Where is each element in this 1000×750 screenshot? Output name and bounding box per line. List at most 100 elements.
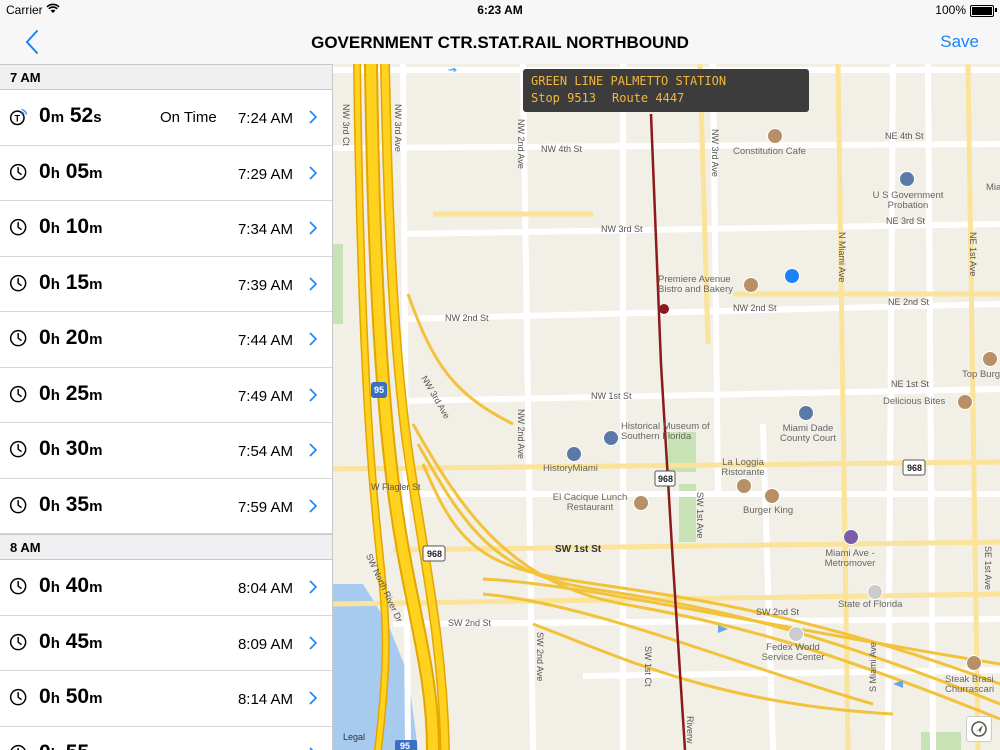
- chevron-right-icon: [309, 498, 318, 513]
- departure-row[interactable]: 0h 40m 8:04 AM: [0, 560, 332, 616]
- departure-row[interactable]: 0h 15m 7:39 AM: [0, 257, 332, 312]
- restaurant-icon[interactable]: [966, 655, 982, 671]
- restaurant-icon[interactable]: [633, 495, 649, 511]
- street-label: NE 3rd St: [886, 216, 926, 226]
- street-label: SW 2nd St: [448, 618, 492, 628]
- locate-button[interactable]: [966, 716, 992, 742]
- street-label: SW 1st St: [555, 544, 602, 555]
- park-area: [333, 244, 343, 324]
- departure-row[interactable]: 0h 50m 8:14 AM: [0, 671, 332, 727]
- departure-row[interactable]: 0h 30m 7:54 AM: [0, 423, 332, 479]
- building-icon[interactable]: [867, 584, 883, 600]
- restaurant-icon[interactable]: [736, 478, 752, 494]
- departure-time: 7:44 AM: [237, 332, 293, 349]
- chevron-right-icon: [309, 443, 318, 457]
- poi-label: El Cacique Lunch Restaurant: [552, 492, 628, 513]
- government-icon[interactable]: [899, 171, 915, 187]
- museum-icon[interactable]: [603, 430, 619, 446]
- poi-label: Historical Museum of Southern Florida: [621, 421, 710, 442]
- departure-row[interactable]: 0h 25m 7:49 AM: [0, 368, 332, 423]
- departure-time: 7:34 AM: [237, 221, 293, 238]
- departure-time: 8:14 AM: [237, 691, 293, 708]
- restaurant-icon[interactable]: [957, 394, 973, 410]
- street-label: NE 2nd St: [888, 297, 930, 307]
- departure-time: 8:04 AM: [237, 580, 293, 597]
- street-label: SW 2nd Ave: [535, 632, 545, 682]
- poi-label: Steak Brasi Churrascari: [945, 674, 995, 695]
- route-number: Route 4447: [612, 91, 685, 105]
- departure-time: 8:19 AM: [238, 747, 293, 750]
- museum-icon[interactable]: [566, 446, 582, 462]
- legal-link[interactable]: Legal: [343, 732, 365, 742]
- street-label: Riverw: [685, 716, 695, 744]
- clock-icon: [9, 385, 27, 402]
- metromover-icon[interactable]: [843, 529, 859, 545]
- street-label: SE 1st Ave: [983, 546, 993, 590]
- departure-row[interactable]: 0h 20m 7:44 AM: [0, 312, 332, 368]
- departure-time: 7:39 AM: [237, 276, 293, 294]
- street-label: NW 3rd Ave: [393, 104, 403, 152]
- countdown-label: 0h 05m: [39, 159, 103, 183]
- station-marker: [659, 304, 669, 314]
- map-view[interactable]: GREEN LINE PALMETTO STATION Stop 9513 Rou…: [333, 64, 1000, 750]
- burger-icon[interactable]: [764, 488, 780, 504]
- countdown-label: 0m 52s: [39, 104, 102, 127]
- shield-968-label: 968: [658, 474, 674, 484]
- departure-time: 7:59 AM: [237, 498, 293, 516]
- battery-tip: [995, 8, 997, 12]
- street-label: S Miami Ave: [868, 642, 878, 692]
- stop-name: GREEN LINE PALMETTO STATION: [531, 74, 727, 88]
- clock-icon: [9, 577, 27, 595]
- street-label: NW 3rd Ct: [341, 104, 351, 147]
- shield-968-label: 968: [427, 549, 443, 559]
- countdown-label: 0h 35m: [39, 492, 103, 516]
- countdown-label: 0h 40m: [39, 574, 103, 597]
- status-bar: Carrier 6:23 AM 100%: [0, 0, 1000, 20]
- poi-label: Premiere Avenue Bistro and Bakery: [658, 274, 733, 295]
- parking-icon[interactable]: [784, 268, 800, 284]
- countdown-label: 0h 20m: [39, 326, 103, 349]
- chevron-right-icon: [309, 165, 318, 180]
- restaurant-icon[interactable]: [743, 277, 759, 293]
- clock-label: 6:23 AM: [477, 3, 523, 17]
- countdown-label: 0h 10m: [39, 215, 103, 238]
- street-label: SW 1st Ave: [695, 492, 705, 539]
- chevron-right-icon: [309, 580, 318, 594]
- save-button[interactable]: Save: [940, 32, 979, 52]
- page-title: GOVERNMENT CTR.STAT.RAIL NORTHBOUND: [311, 33, 689, 52]
- departure-row[interactable]: 0h 05m 7:29 AM: [0, 146, 332, 201]
- departure-time: 7:49 AM: [237, 387, 293, 405]
- countdown-label: 0h 50m: [39, 685, 103, 708]
- shield-95-label: 95: [374, 385, 385, 395]
- departure-time: 7:24 AM: [237, 110, 293, 127]
- battery-icon: [970, 5, 994, 17]
- departure-row[interactable]: 0h 55m 8:19 AM: [0, 727, 332, 750]
- countdown-label: 0h 15m: [39, 270, 103, 294]
- cafe-icon[interactable]: [767, 128, 783, 144]
- section-header: 8 AM: [0, 534, 332, 560]
- restaurant-icon[interactable]: [982, 351, 998, 367]
- map-canvas: [333, 64, 1000, 750]
- street-label: NW 2nd Ave: [516, 119, 526, 169]
- departure-list[interactable]: 7 AM T 0m 52s On Time 7:24 AM 0h 05m 7:29 AM 0h…: [0, 64, 333, 750]
- building-icon[interactable]: [788, 626, 804, 642]
- departure-row[interactable]: 0h 35m 7:59 AM: [0, 479, 332, 534]
- clock-icon: [9, 329, 27, 347]
- chevron-right-icon: [309, 691, 318, 705]
- street-label: NW 2nd St: [733, 303, 777, 313]
- departure-row[interactable]: T 0m 52s On Time 7:24 AM: [0, 90, 332, 146]
- clock-icon: [9, 440, 27, 458]
- departure-row[interactable]: 0h 10m 7:34 AM: [0, 201, 332, 257]
- street-label: NW 3rd Ave: [710, 129, 720, 177]
- chevron-right-icon: [309, 276, 318, 291]
- departure-row[interactable]: 0h 45m 8:09 AM: [0, 616, 332, 671]
- countdown-label: 0h 25m: [39, 381, 103, 405]
- countdown-label: 0h 30m: [39, 437, 103, 460]
- courthouse-icon[interactable]: [798, 405, 814, 421]
- poi-label: Top Burg: [962, 369, 1000, 380]
- street-label: NE 1st St: [891, 379, 930, 389]
- park-area: [921, 732, 961, 750]
- status-label: On Time: [160, 109, 217, 126]
- clock-icon: [9, 163, 27, 180]
- poi-label: La Loggia Ristorante: [721, 457, 765, 478]
